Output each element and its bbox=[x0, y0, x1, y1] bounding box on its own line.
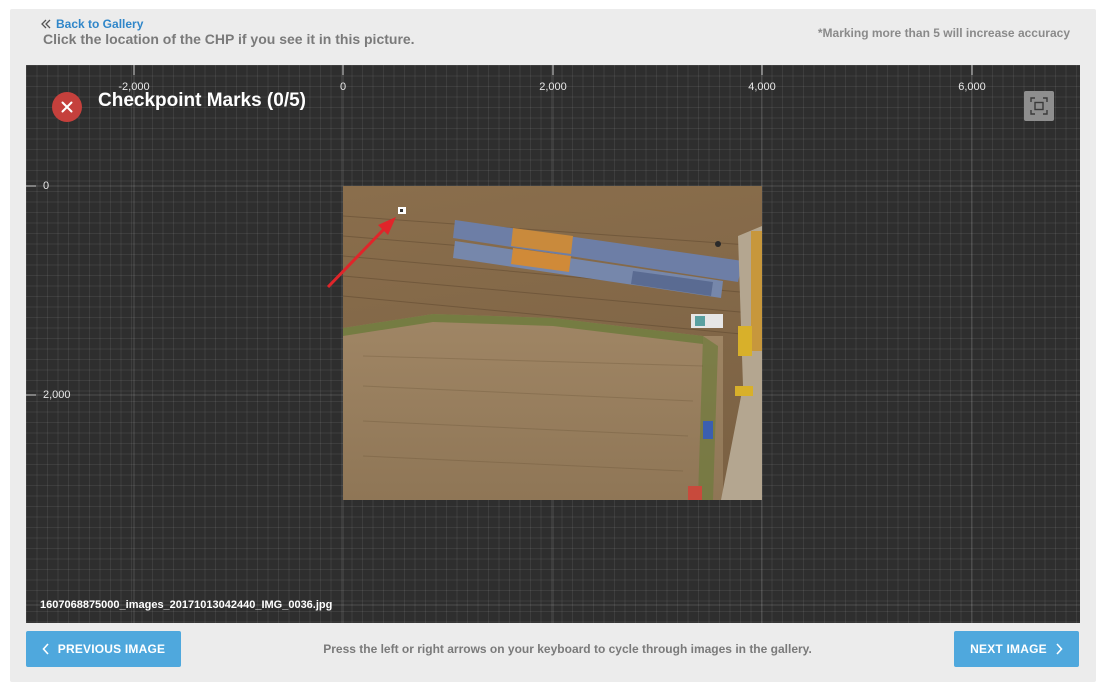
next-image-button[interactable]: NEXT IMAGE bbox=[954, 631, 1079, 667]
keyboard-help-text: Press the left or right arrows on your k… bbox=[323, 642, 812, 656]
fit-screen-icon bbox=[1030, 97, 1048, 115]
chevron-left-icon bbox=[42, 643, 49, 655]
next-image-label: NEXT IMAGE bbox=[970, 642, 1047, 656]
chevron-right-icon bbox=[1056, 643, 1063, 655]
previous-image-label: PREVIOUS IMAGE bbox=[57, 642, 166, 656]
x-tick-label: 0 bbox=[339, 81, 347, 93]
y-tick-label: 0 bbox=[43, 180, 50, 192]
instruction-text: Click the location of the CHP if you see… bbox=[43, 31, 415, 47]
x-tick-label: 2,000 bbox=[539, 81, 567, 93]
close-button[interactable] bbox=[52, 92, 82, 122]
image-filename: 1607068875000_images_20171013042440_IMG_… bbox=[40, 599, 333, 611]
checkpoint-marks-title: Checkpoint Marks (0/5) bbox=[98, 90, 306, 111]
x-tick-label: 4,000 bbox=[748, 81, 776, 93]
checkpoint-marking-panel: Back to Gallery Click the location of th… bbox=[10, 9, 1096, 682]
fit-to-screen-button[interactable] bbox=[1024, 91, 1054, 121]
accuracy-hint: *Marking more than 5 will increase accur… bbox=[817, 26, 1070, 40]
x-tick-label: 6,000 bbox=[958, 81, 986, 93]
image-viewer[interactable]: -2,000 0 2,000 4,000 6,000 0 2,000 Check… bbox=[26, 65, 1080, 623]
previous-image-button[interactable]: PREVIOUS IMAGE bbox=[26, 631, 181, 667]
back-to-gallery-link[interactable]: Back to Gallery bbox=[40, 16, 143, 32]
close-icon bbox=[61, 101, 73, 113]
back-to-gallery-label: Back to Gallery bbox=[56, 17, 144, 31]
double-chevron-left-icon bbox=[41, 19, 51, 29]
arrow-pointer-annotation bbox=[326, 217, 396, 289]
y-tick-label: 2,000 bbox=[43, 389, 71, 401]
